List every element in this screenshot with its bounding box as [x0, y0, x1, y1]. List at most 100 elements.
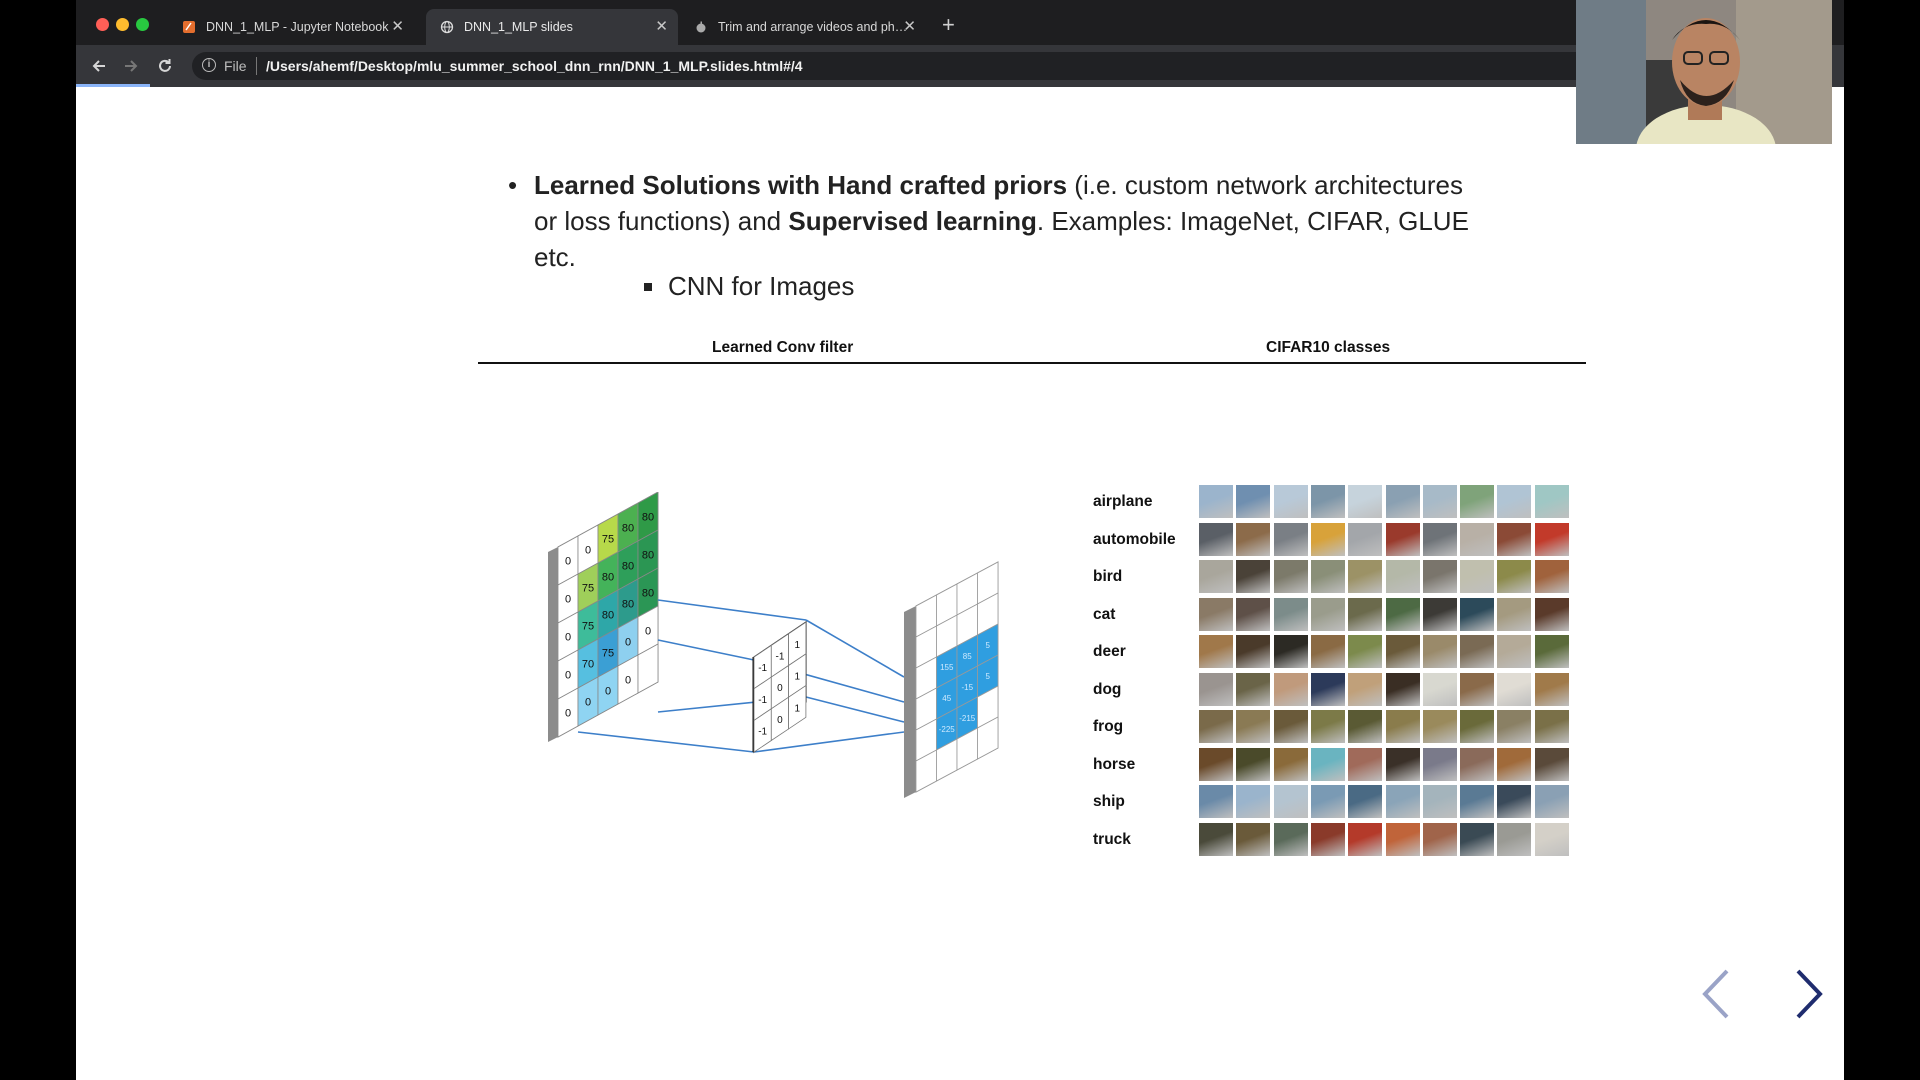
class-label: horse	[1093, 755, 1136, 773]
cifar-class-row: truck	[1093, 822, 1653, 857]
cifar-sample-image	[1422, 785, 1457, 818]
cifar-sample-image	[1273, 635, 1308, 668]
tab-trim-videos[interactable]: Trim and arrange videos and photos ✕	[680, 9, 926, 45]
header-conv-filter: Learned Conv filter	[712, 339, 854, 356]
info-icon[interactable]: i	[202, 58, 216, 72]
bold-phrase: Learned Solutions with Hand crafted prio…	[534, 170, 1068, 200]
cifar-sample-image	[1497, 522, 1532, 556]
cifar-sample-image	[1236, 560, 1271, 593]
minimize-window-button[interactable]	[116, 18, 129, 31]
cifar-sample-image	[1273, 710, 1308, 743]
previous-slide-button[interactable]	[1701, 967, 1731, 1021]
input-cell-value: 75	[582, 621, 594, 633]
sub-bullet-cnn: CNN for Images	[644, 271, 855, 302]
cifar-sample-image	[1534, 710, 1569, 743]
cifar-sample-image	[1460, 597, 1495, 631]
cifar-sample-image	[1236, 672, 1271, 706]
cifar-sample-image	[1348, 597, 1383, 631]
kernel-cell-value: -1	[758, 663, 767, 674]
reload-icon[interactable]	[156, 57, 174, 75]
cifar-sample-image	[1273, 522, 1308, 556]
kernel-cell-value: 1	[794, 703, 800, 714]
input-cell-value: 80	[642, 512, 654, 524]
slide-page: • Learned Solutions with Hand crafted pr…	[76, 87, 1844, 1080]
output-cell-value: 45	[942, 694, 951, 703]
square-bullet	[644, 283, 652, 291]
cifar-sample-image	[1236, 822, 1271, 856]
url-field[interactable]: i File /Users/ahemf/Desktop/mlu_summer_s…	[192, 52, 1792, 80]
close-window-button[interactable]	[96, 18, 109, 31]
input-cell-value: 0	[585, 697, 591, 709]
cifar-sample-image	[1460, 710, 1495, 743]
cifar-sample-image	[1236, 710, 1271, 743]
cifar-class-row: frog	[1093, 710, 1653, 744]
sub-bullet-text: CNN for Images	[668, 271, 855, 301]
cifar-sample-image	[1460, 560, 1495, 593]
input-cell-value: 75	[602, 534, 614, 546]
cifar-sample-image	[1497, 785, 1532, 818]
cifar-sample-image	[1385, 597, 1420, 631]
input-cell-value: 0	[565, 632, 571, 644]
cifar-sample-image	[1385, 672, 1420, 706]
presenter-webcam	[1576, 0, 1832, 144]
input-cell-value: 80	[622, 561, 634, 573]
zoom-window-button[interactable]	[136, 18, 149, 31]
cifar-sample-image	[1385, 747, 1420, 781]
url-text[interactable]: /Users/ahemf/Desktop/mlu_summer_school_d…	[266, 58, 803, 74]
output-cell-value: -15	[961, 683, 973, 692]
apple-icon	[696, 21, 706, 33]
forward-arrow-icon[interactable]	[122, 57, 140, 75]
input-cell-value: 80	[622, 599, 634, 611]
cifar-class-row: bird	[1093, 560, 1653, 594]
cifar-sample-image	[1422, 635, 1457, 668]
output-cell-value: 155	[940, 663, 954, 672]
cifar-sample-image	[1199, 785, 1233, 818]
cifar-sample-image	[1310, 485, 1345, 518]
cifar-class-row: ship	[1093, 785, 1653, 819]
bullet-dot: •	[508, 170, 518, 200]
browser-window: DNN_1_MLP - Jupyter Notebook ✕ DNN_1_MLP…	[76, 0, 1844, 1080]
cifar-sample-image	[1422, 597, 1457, 631]
kernel-cell-value: 0	[777, 715, 783, 726]
cifar-sample-image	[1348, 560, 1383, 593]
cifar-sample-image	[1310, 522, 1345, 556]
divider	[256, 57, 257, 75]
class-label: ship	[1093, 793, 1125, 810]
cifar-sample-image	[1199, 747, 1233, 781]
cifar-sample-image	[1310, 822, 1345, 856]
cifar-sample-image	[1273, 672, 1308, 706]
cifar-sample-image	[1348, 710, 1383, 743]
cifar-sample-image	[1310, 560, 1345, 593]
output-cell-value: 85	[963, 652, 972, 661]
close-tab-icon[interactable]: ✕	[391, 9, 404, 45]
input-cell-value: 75	[582, 583, 594, 595]
cifar-sample-image	[1497, 560, 1532, 593]
bullet-learned-solutions: • Learned Solutions with Hand crafted pr…	[508, 167, 1474, 275]
next-slide-button[interactable]	[1794, 967, 1824, 1021]
cifar-sample-image	[1273, 822, 1308, 856]
conv-filter-diagram: 0 0 0 0 0 0 75 75 70 0 75 80 80 75 0 80 80 80 0 0 80 80 80 0 -1…	[548, 492, 999, 798]
tab-dnn-slides[interactable]: DNN_1_MLP slides ✕	[426, 9, 678, 45]
cifar-class-row: horse	[1093, 747, 1653, 782]
cifar-sample-image	[1199, 485, 1233, 518]
cifar-sample-image	[1460, 522, 1495, 556]
jupyter-icon	[183, 21, 195, 33]
close-tab-icon[interactable]: ✕	[655, 9, 668, 45]
cifar-class-row: automobile	[1093, 522, 1653, 557]
back-arrow-icon[interactable]	[90, 57, 108, 75]
class-label: bird	[1093, 568, 1123, 585]
new-tab-button[interactable]: +	[942, 12, 955, 38]
input-cell-value: 0	[565, 594, 571, 606]
input-cell-value: 0	[565, 670, 571, 682]
class-label: truck	[1093, 830, 1131, 848]
close-tab-icon[interactable]: ✕	[903, 9, 916, 45]
cifar-sample-image	[1199, 522, 1233, 556]
input-cell-value: 80	[602, 610, 614, 622]
class-label: deer	[1093, 643, 1126, 660]
cifar-sample-image	[1385, 785, 1420, 818]
tab-jupyter-notebook[interactable]: DNN_1_MLP - Jupyter Notebook ✕	[168, 9, 414, 45]
cifar-sample-image	[1422, 485, 1457, 518]
output-cell-value: -225	[939, 725, 956, 734]
tab-title: Trim and arrange videos and photos	[718, 20, 908, 34]
cifar-sample-image	[1460, 485, 1495, 518]
